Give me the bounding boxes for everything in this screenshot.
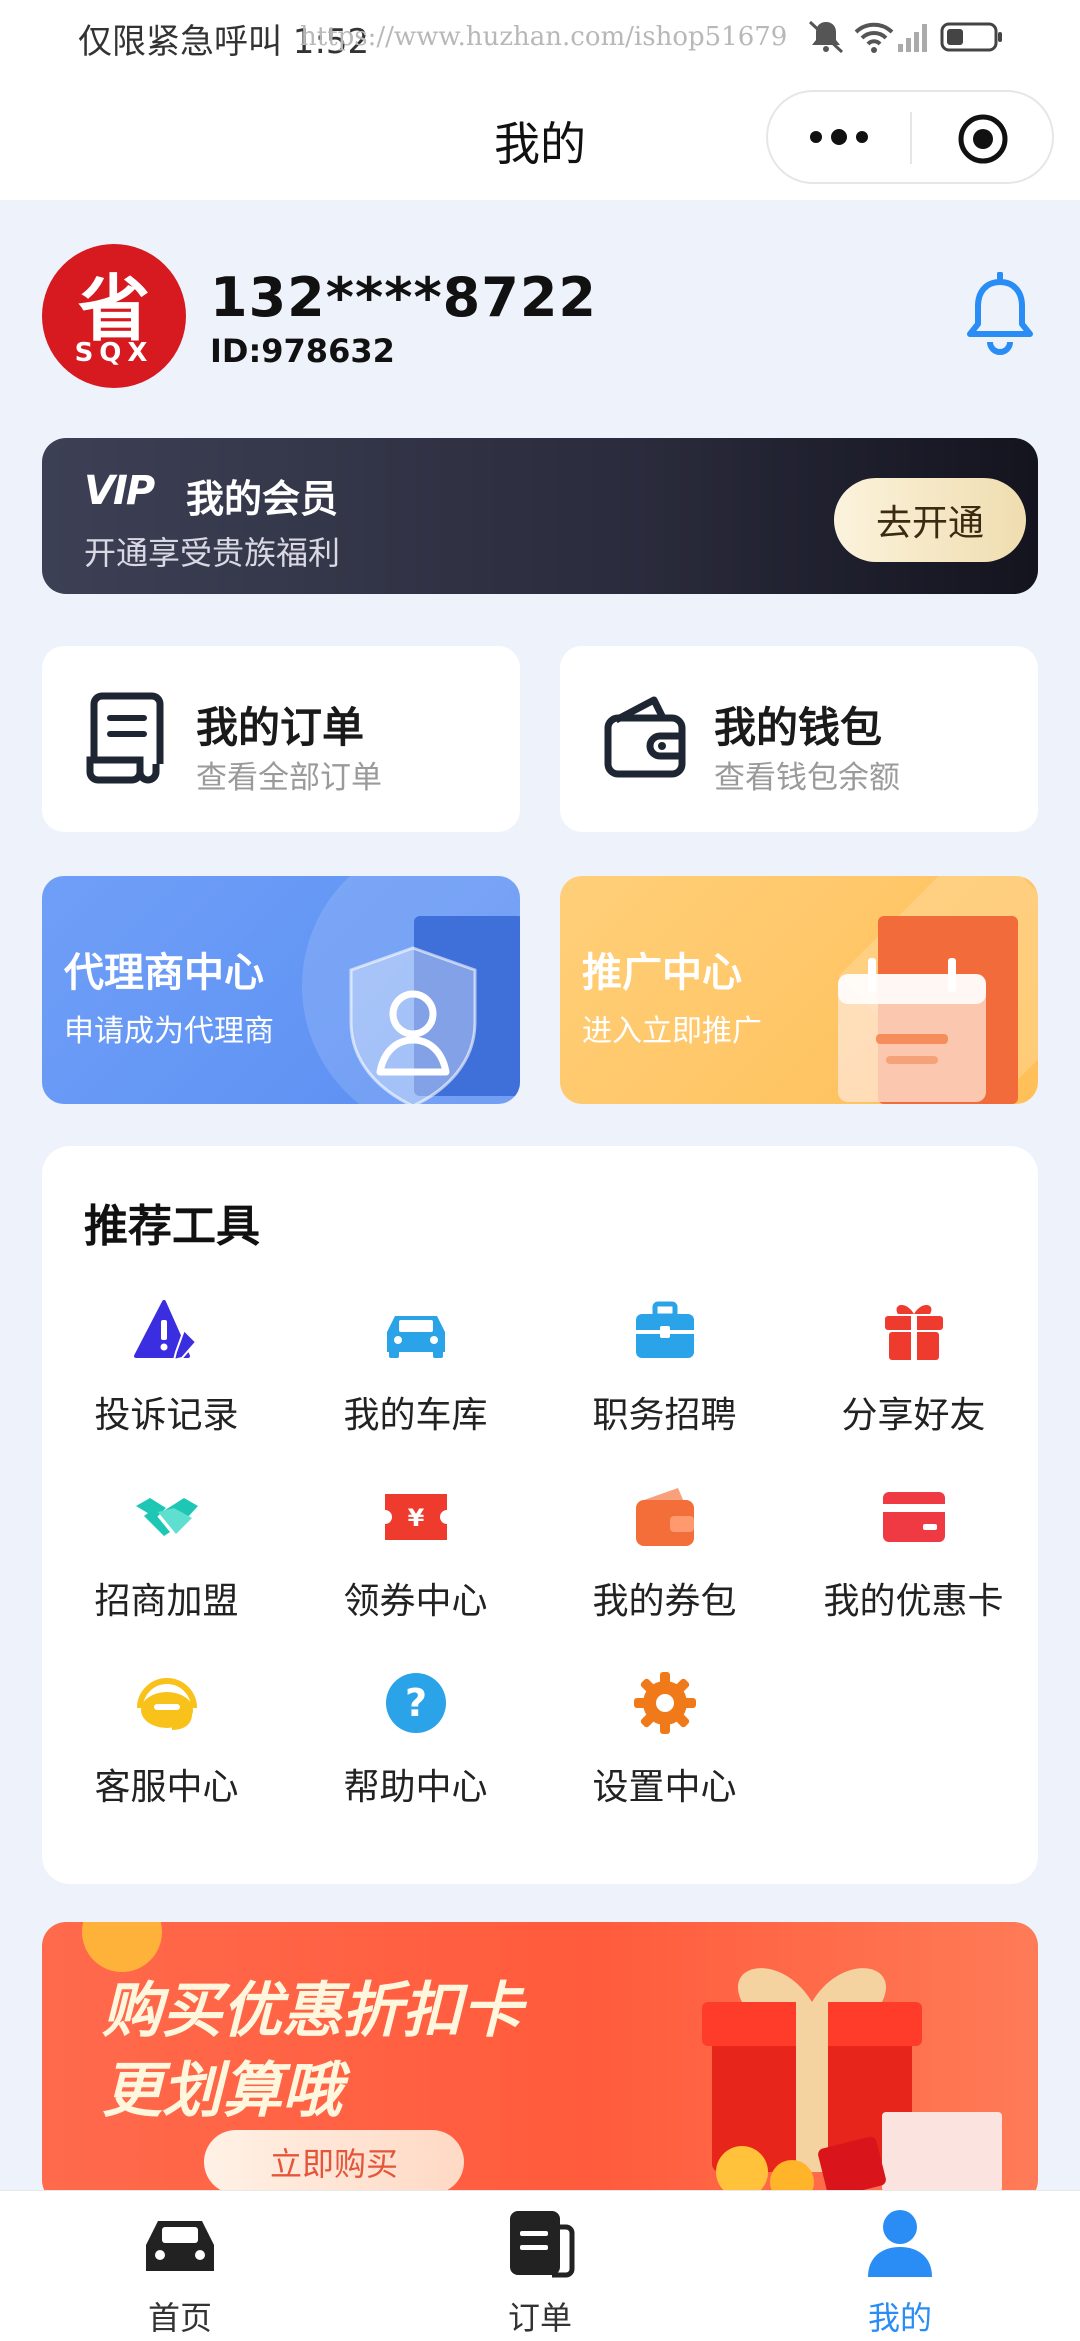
section-title: 推荐工具 (84, 1201, 260, 1252)
my-orders-card[interactable]: 我的订单 查看全部订单 (42, 646, 520, 832)
card-title: 我的订单 (196, 703, 365, 752)
briefcase-icon (636, 1301, 694, 1358)
mute-bell-icon (808, 20, 844, 54)
tool-label: 职务招聘 (592, 1395, 737, 1436)
tab-mine[interactable]: 我的 (800, 2205, 1000, 2337)
tool-label: 帮助中心 (343, 1767, 488, 1808)
tool-label: 分享好友 (841, 1395, 986, 1436)
tool-help-center[interactable]: ? 帮助中心 (291, 1668, 540, 1848)
avatar-logo-subtext: SQX (74, 338, 154, 368)
banner-title: 推广中心 (582, 950, 742, 996)
tool-label: 我的券包 (592, 1581, 737, 1622)
tool-label: 设置中心 (592, 1767, 737, 1808)
vip-membership-bar[interactable]: VIP 我的会员 开通享受贵族福利 去开通 (42, 438, 1038, 594)
coupon-icon: ¥ (385, 1494, 447, 1540)
user-phone: 132****8722 (210, 266, 597, 329)
battery-icon (940, 22, 1002, 52)
wallet-icon (604, 696, 686, 778)
tab-label: 订单 (507, 2299, 572, 2337)
signal-icon (898, 24, 927, 52)
order-list-icon (510, 2211, 575, 2278)
tool-my-coupon-wallet[interactable]: 我的券包 (540, 1482, 789, 1662)
tool-label: 我的优惠卡 (823, 1581, 1004, 1622)
buy-now-button[interactable]: 立即购买 (204, 2130, 464, 2194)
banner-headline: 购买优惠折扣卡 (102, 1976, 522, 2046)
tool-label: 客服中心 (94, 1767, 239, 1808)
agent-center-banner[interactable]: 代理商中心 申请成为代理商 (42, 876, 520, 1104)
card-subtitle: 查看全部订单 (196, 760, 382, 796)
tool-label: 招商加盟 (94, 1581, 239, 1622)
banner-subheadline: 更划算哦 (102, 2056, 342, 2126)
tool-franchise[interactable]: 招商加盟 (42, 1482, 291, 1662)
car-home-icon (146, 2221, 214, 2271)
user-id: ID:978632 (210, 332, 395, 370)
tool-label: 投诉记录 (94, 1395, 239, 1436)
nav-bar: 我的 (0, 72, 1080, 200)
notification-bell-icon[interactable] (962, 272, 1038, 356)
status-bar: 仅限紧急呼叫 1:52 https://www.huzhan.com/ishop… (0, 0, 1080, 72)
more-icon[interactable] (804, 122, 874, 152)
user-shield-icon (349, 946, 477, 1104)
capsule-divider (910, 112, 912, 164)
gear-icon (634, 1672, 696, 1734)
watermark: https://www.huzhan.com/ishop51679 (300, 22, 788, 52)
tab-label: 首页 (147, 2299, 212, 2337)
tool-settings-center[interactable]: 设置中心 (540, 1668, 789, 1848)
banner-subtitle: 申请成为代理商 (64, 1014, 274, 1049)
mini-program-capsule (766, 90, 1054, 184)
gift-icon (885, 1304, 943, 1360)
vip-subtitle: 开通享受贵族福利 (84, 534, 341, 572)
banner-subtitle: 进入立即推广 (582, 1014, 762, 1049)
gift-box-illustration (702, 1968, 1002, 2204)
my-wallet-card[interactable]: 我的钱包 查看钱包余额 (560, 646, 1038, 832)
avatar[interactable]: 省 SQX (42, 244, 186, 388)
vip-activate-button[interactable]: 去开通 (834, 478, 1026, 562)
tool-job-recruitment[interactable]: 职务招聘 (540, 1296, 789, 1476)
tool-share-friends[interactable]: 分享好友 (789, 1296, 1038, 1476)
calendar-icon (838, 958, 986, 1102)
bottom-tab-bar: 首页 订单 我的 (0, 2190, 1080, 2341)
headset-icon (137, 1678, 197, 1730)
tab-label: 我的 (867, 2299, 932, 2337)
car-icon (387, 1316, 445, 1358)
card-icon (883, 1492, 945, 1542)
tab-orders[interactable]: 订单 (440, 2205, 640, 2337)
tool-label: 领券中心 (343, 1581, 488, 1622)
handshake-icon (136, 1498, 198, 1536)
card-title: 我的钱包 (714, 703, 883, 752)
tool-my-discount-card[interactable]: 我的优惠卡 (789, 1482, 1038, 1662)
tool-customer-service[interactable]: 客服中心 (42, 1668, 291, 1848)
coupon-wallet-icon (636, 1488, 694, 1546)
tool-coupon-center[interactable]: ¥ 领券中心 (291, 1482, 540, 1662)
complaint-icon (134, 1300, 198, 1362)
close-target-icon[interactable] (956, 112, 1010, 166)
tool-my-garage[interactable]: 我的车库 (291, 1296, 540, 1476)
tool-label: 我的车库 (343, 1395, 488, 1436)
vip-title: 我的会员 (186, 477, 339, 521)
vip-logo: VIP (84, 468, 155, 514)
discount-card-banner[interactable]: 购买优惠折扣卡 更划算哦 立即购买 (42, 1922, 1038, 2204)
card-subtitle: 查看钱包余额 (714, 760, 900, 796)
tool-complaint-records[interactable]: 投诉记录 (42, 1296, 291, 1476)
svg-text:¥: ¥ (408, 1504, 425, 1532)
banner-title: 代理商中心 (64, 950, 264, 996)
help-icon: ? (386, 1673, 446, 1733)
promotion-center-banner[interactable]: 推广中心 进入立即推广 (560, 876, 1038, 1104)
recommended-tools-panel: 推荐工具 投诉记录 我的车库 职务招聘 分享好友 招商加盟 ¥ 领券中心 我的券… (42, 1146, 1038, 1884)
wifi-icon (854, 22, 894, 53)
svg-text:?: ? (405, 1681, 427, 1725)
tab-home[interactable]: 首页 (80, 2205, 280, 2337)
person-icon (868, 2210, 932, 2277)
receipt-icon (86, 692, 164, 784)
